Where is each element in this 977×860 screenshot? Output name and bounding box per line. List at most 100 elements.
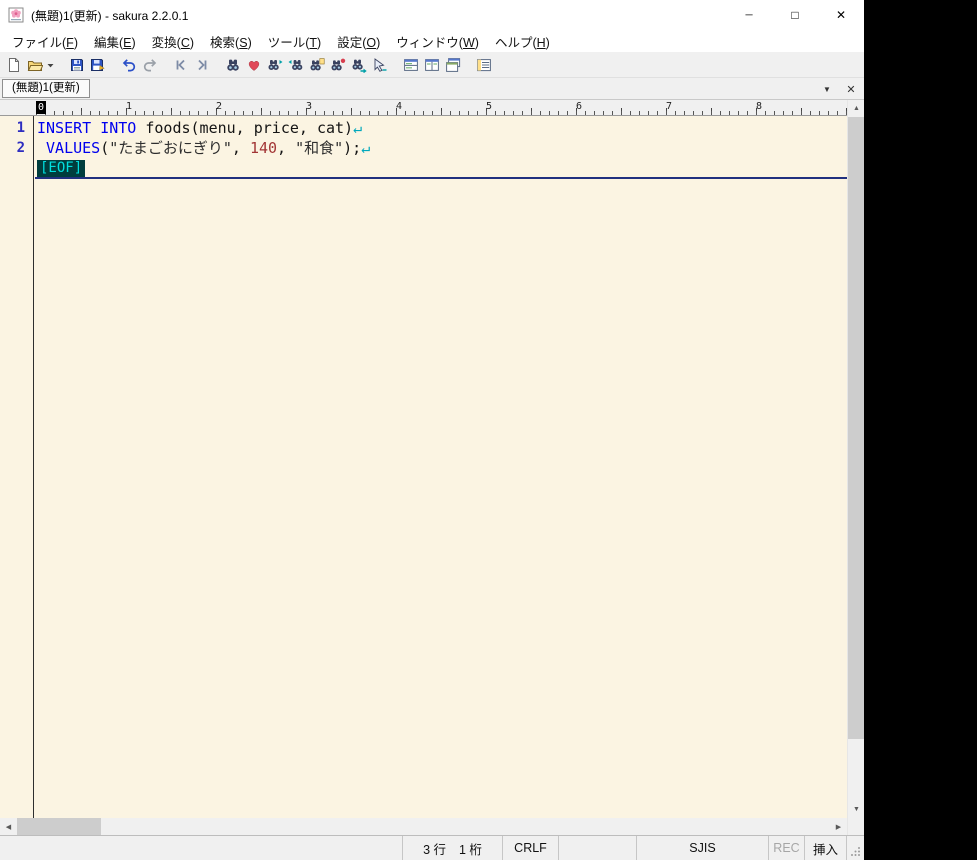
- open-file-dropdown-button[interactable]: [45, 54, 56, 76]
- menu-tools[interactable]: ツール(T): [260, 30, 329, 53]
- save-as-button[interactable]: [87, 54, 108, 76]
- line-number[interactable]: 2: [0, 138, 33, 158]
- split-window-v-icon: [424, 58, 439, 71]
- line-number[interactable]: 1: [0, 118, 33, 138]
- find-prev-icon: [288, 59, 302, 70]
- history-forward-button[interactable]: [191, 54, 212, 76]
- editor-line-1: INSERT INTO foods(menu, price, cat)↵: [37, 119, 363, 137]
- statusbar: 3 行 1 桁 CRLF SJIS REC 挿入: [0, 835, 864, 860]
- horizontal-scrollbar-thumb[interactable]: [17, 818, 101, 835]
- new-file-icon: [8, 57, 19, 72]
- find-icon: [226, 59, 239, 71]
- undo-icon: [122, 58, 135, 71]
- history-back-button[interactable]: [170, 54, 191, 76]
- editor-line-3: [EOF]: [37, 158, 847, 178]
- split-window-v-button[interactable]: [421, 54, 442, 76]
- grep-button[interactable]: [306, 54, 327, 76]
- ruler-number: 6: [576, 101, 583, 112]
- menu-window[interactable]: ウィンドウ(W): [388, 30, 487, 53]
- ruler-number: 3: [306, 101, 313, 112]
- window-controls: ─ □ ✕: [726, 0, 864, 30]
- tab-list-dropdown-button[interactable]: ▼: [819, 81, 835, 97]
- ruler-number: 4: [396, 101, 403, 112]
- outline-icon: [476, 58, 491, 71]
- window-title: (無題)1(更新) - sakura 2.2.0.1: [31, 8, 189, 23]
- ruler-number: 8: [756, 101, 763, 112]
- app-window: (無題)1(更新) - sakura 2.2.0.1 ─ □ ✕ ファイル(F)…: [0, 0, 864, 860]
- grep-icon: [310, 57, 325, 70]
- status-line-ending: CRLF: [502, 836, 558, 860]
- save-button[interactable]: [66, 54, 87, 76]
- scroll-up-button[interactable]: ▲: [848, 100, 864, 117]
- ruler-number: 1: [126, 101, 133, 112]
- status-caret-column: 1 桁: [459, 842, 482, 857]
- ruler-number: 2: [216, 101, 223, 112]
- chevron-down-icon: [47, 63, 54, 67]
- outline-button[interactable]: [473, 54, 494, 76]
- tab-untitled[interactable]: (無題)1(更新): [2, 79, 90, 98]
- new-window-button[interactable]: [442, 54, 463, 76]
- menu-convert[interactable]: 変換(C): [144, 30, 202, 53]
- horizontal-scrollbar-track[interactable]: [17, 818, 830, 835]
- main-region: 0 1 2 3 4 5 6 7 8 1 2 INSERT INTO foods(…: [0, 100, 864, 835]
- undo-button[interactable]: [118, 54, 139, 76]
- menu-file[interactable]: ファイル(F): [4, 30, 86, 53]
- scroll-right-button[interactable]: ▶: [830, 818, 847, 835]
- scroll-down-button[interactable]: ▼: [848, 801, 864, 818]
- find-next-icon: [268, 59, 282, 70]
- replace-button[interactable]: [243, 54, 264, 76]
- tag-jump-button[interactable]: [369, 54, 390, 76]
- menu-search[interactable]: 検索(S): [202, 30, 260, 53]
- open-file-button[interactable]: [24, 54, 45, 76]
- eof-marker: [EOF]: [37, 160, 86, 177]
- status-insert-mode[interactable]: 挿入: [804, 836, 846, 860]
- menu-edit[interactable]: 編集(E): [86, 30, 144, 53]
- find-button[interactable]: [222, 54, 243, 76]
- horizontal-scrollbar: ◀ ▶: [0, 818, 847, 835]
- resize-grip[interactable]: [846, 836, 864, 860]
- vertical-scrollbar-thumb[interactable]: [848, 117, 864, 740]
- text-pane: INSERT INTO foods(menu, price, cat)↵ VAL…: [37, 118, 847, 178]
- resize-grip-dots: [851, 847, 860, 856]
- jump-icon: [352, 59, 367, 73]
- maximize-button[interactable]: □: [772, 0, 818, 30]
- redo-button[interactable]: [139, 54, 160, 76]
- menu-help[interactable]: ヘルプ(H): [487, 30, 558, 53]
- status-caret-line: 3 行: [423, 842, 446, 857]
- tab-close-button[interactable]: ✕: [843, 81, 859, 97]
- editor-area[interactable]: 1 2 INSERT INTO foods(menu, price, cat)↵…: [0, 116, 847, 818]
- find-next-button[interactable]: [264, 54, 285, 76]
- save-as-icon: [90, 58, 105, 71]
- status-encoding: SJIS: [636, 836, 768, 860]
- menu-settings[interactable]: 設定(O): [329, 30, 388, 53]
- ruler-ticks: [36, 100, 847, 115]
- save-icon: [70, 58, 83, 71]
- scroll-left-button[interactable]: ◀: [0, 818, 17, 835]
- toolbar: [0, 52, 864, 78]
- status-extra: [558, 836, 636, 860]
- minimize-button[interactable]: ─: [726, 0, 772, 30]
- status-macro-record: REC: [768, 836, 804, 860]
- ruler-number: 5: [486, 101, 493, 112]
- vertical-scrollbar: ▲ ▼: [847, 100, 864, 835]
- tag-jump-icon: [374, 57, 386, 72]
- split-window-h-button[interactable]: [400, 54, 421, 76]
- scrollbar-corner: [848, 818, 864, 835]
- menubar: ファイル(F) 編集(E) 変換(C) 検索(S) ツール(T) 設定(O) ウ…: [0, 30, 864, 52]
- newline-mark: ↵: [361, 139, 371, 157]
- find-prev-button[interactable]: [285, 54, 306, 76]
- line-number-gutter: 1 2: [0, 116, 34, 818]
- bookmark-icon: [331, 58, 345, 70]
- jump-button[interactable]: [348, 54, 369, 76]
- ruler-cursor-marker: 0: [36, 101, 46, 114]
- ruler-number: 7: [666, 101, 673, 112]
- bookmark-button[interactable]: [327, 54, 348, 76]
- status-message: [0, 836, 402, 860]
- app-icon: [8, 7, 24, 23]
- close-button[interactable]: ✕: [818, 0, 864, 30]
- history-forward-icon: [197, 59, 206, 70]
- tabbar-controls: ▼ ✕: [819, 81, 859, 97]
- new-file-button[interactable]: [3, 54, 24, 76]
- new-window-icon: [445, 57, 460, 72]
- vertical-scrollbar-track[interactable]: [848, 117, 864, 801]
